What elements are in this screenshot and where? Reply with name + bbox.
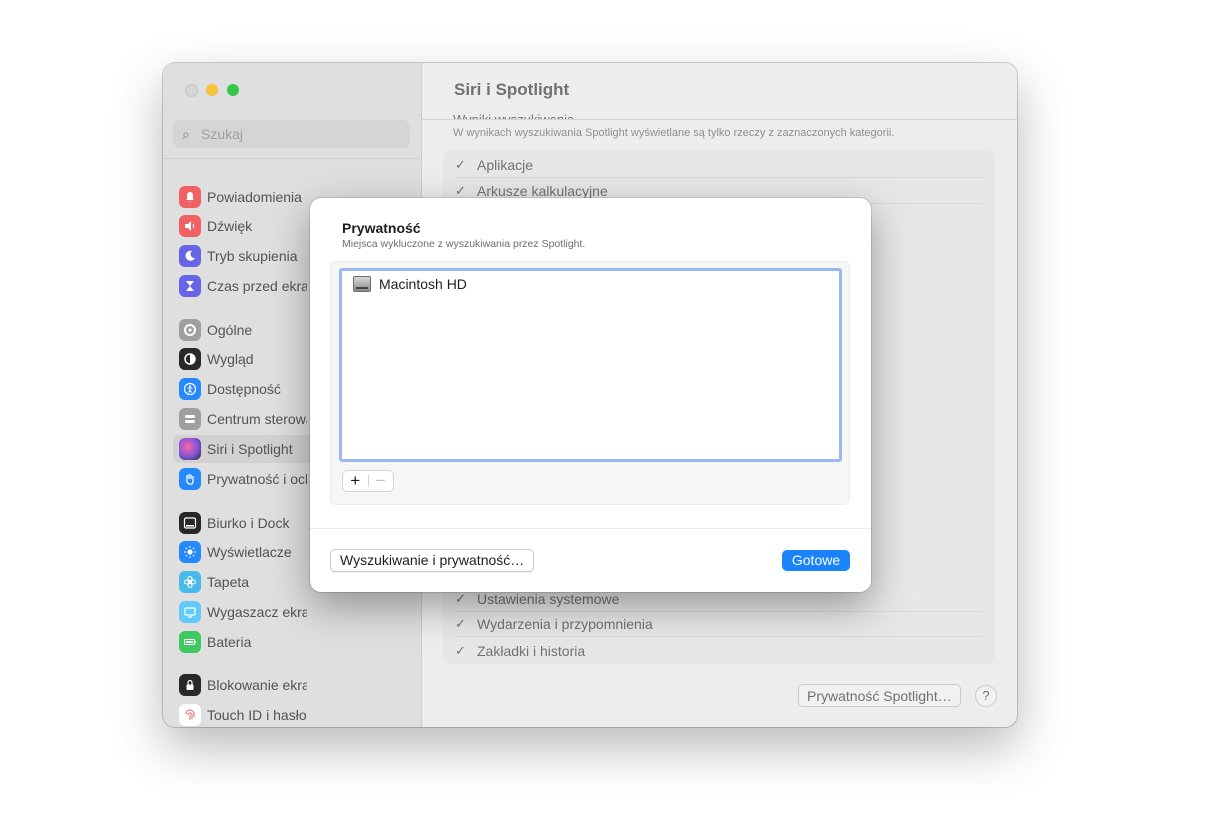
sheet-title: Prywatność [342,220,421,236]
add-remove-control: + − [342,470,394,492]
hard-drive-icon [353,276,371,292]
search-privacy-button[interactable]: Wyszukiwanie i prywatność… [330,549,535,572]
list-item[interactable]: Macintosh HD [353,276,467,292]
list-item-label: Macintosh HD [379,276,467,292]
sheet-subtitle: Miejsca wykluczone z wyszukiwania przez … [342,238,586,250]
done-button[interactable]: Gotowe [782,550,850,571]
privacy-sheet: Prywatność Miejsca wykluczone z wyszukiw… [310,198,871,592]
excluded-locations-list[interactable]: Macintosh HD [339,268,842,462]
add-location-button[interactable]: + [343,471,368,491]
remove-location-button[interactable]: − [369,471,394,491]
sheet-footer-divider [310,528,871,529]
